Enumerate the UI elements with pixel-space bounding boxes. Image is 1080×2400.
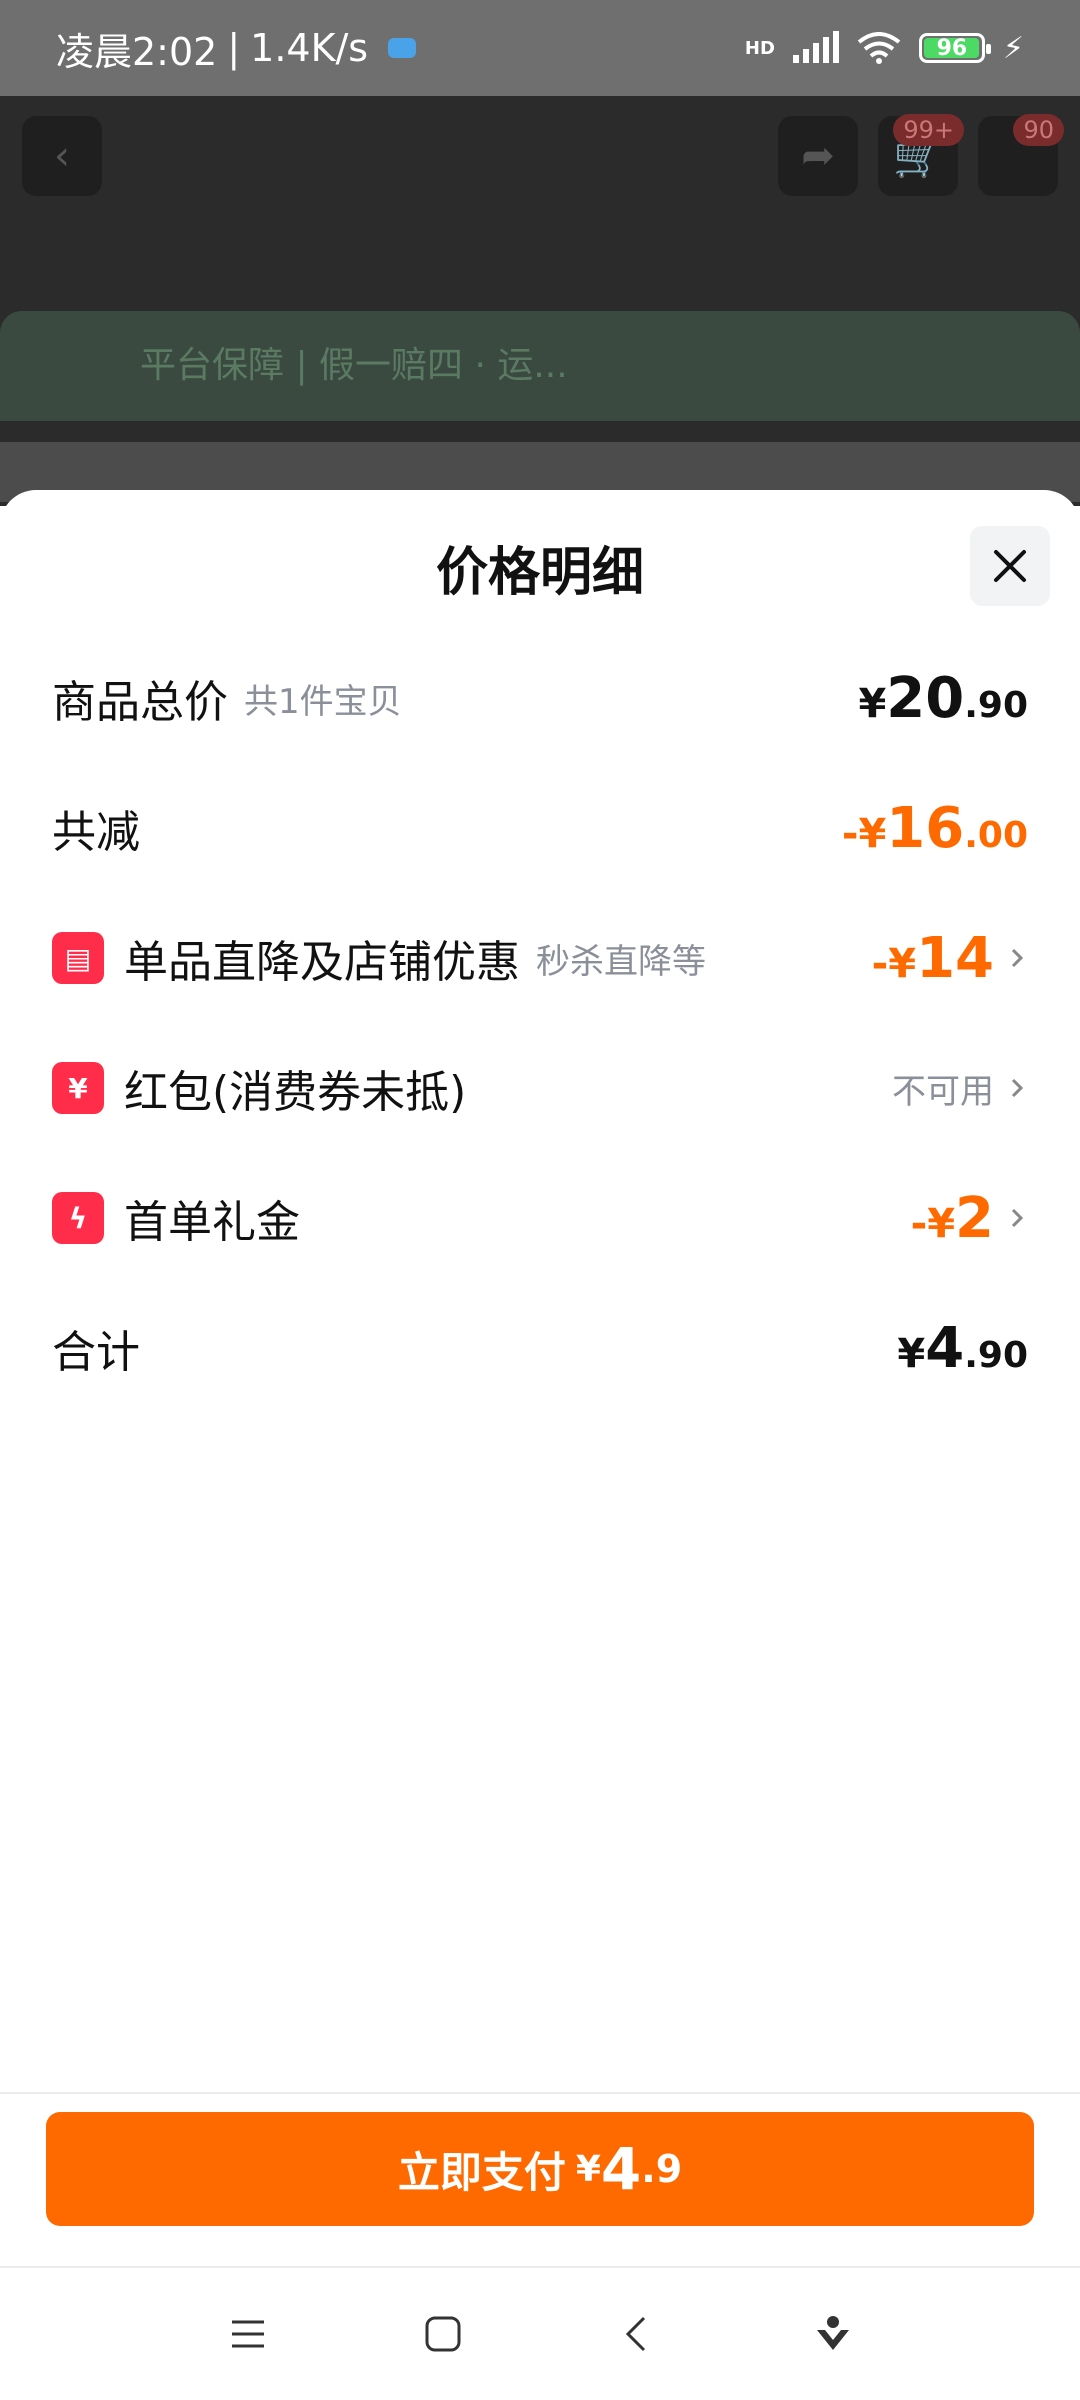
grand-total-row: 合计 ¥ 4 .90	[52, 1308, 1028, 1388]
item-count: 共1件宝贝	[244, 681, 402, 722]
goods-total-amount: ¥ 20 .90	[858, 665, 1028, 731]
home-button[interactable]	[413, 2304, 473, 2364]
chevron-right-icon	[1011, 1078, 1024, 1098]
red-packet-label: 红包(消费券未抵)	[124, 1067, 467, 1118]
home-icon	[425, 2316, 460, 2352]
status-time: 凌晨2:02	[56, 29, 218, 74]
guarantee-text: 平台保障 | 假一赔四 · 运...	[140, 345, 568, 386]
back-icon: ‹	[22, 116, 102, 196]
badge-90: 90	[1013, 114, 1064, 146]
wifi-icon	[857, 32, 901, 64]
cart-icon: 🛒 99+	[878, 114, 964, 196]
assistant-button[interactable]	[803, 2304, 863, 2364]
store-discount-amount: -¥ 14	[871, 925, 994, 991]
store-discount-sub: 秒杀直降等	[536, 941, 706, 982]
store-discount-row[interactable]: ▤ 单品直降及店铺优惠 秒杀直降等 -¥ 14	[52, 918, 1028, 998]
grand-total-amount: ¥ 4 .90	[897, 1315, 1028, 1381]
hd-label: HD	[744, 37, 775, 59]
system-nav-bar	[0, 2268, 1080, 2400]
status-bar: 凌晨2:02 | 1.4K/s HD 96 ⚡	[0, 0, 1080, 96]
more-icon: 90	[978, 114, 1064, 196]
signal-icon	[792, 31, 839, 63]
total-discount-label: 共减	[52, 807, 140, 858]
chevron-right-icon	[1011, 948, 1024, 968]
share-icon: ➦	[778, 116, 858, 196]
store-icon: ▤	[52, 932, 104, 984]
network-speed: 1.4K/s	[250, 26, 369, 70]
sheet-title: 价格明细	[435, 543, 644, 603]
menu-icon	[231, 2320, 264, 2348]
footer-divider	[0, 2092, 1080, 2094]
store-discount-label: 单品直降及店铺优惠	[124, 937, 520, 988]
first-order-row[interactable]: ϟ 首单礼金 -¥ 2	[52, 1178, 1028, 1258]
first-order-amount: -¥ 2	[910, 1185, 994, 1251]
pay-now-button[interactable]: 立即支付 ¥ 4 .9	[46, 2112, 1034, 2226]
chevron-right-icon	[1011, 1208, 1024, 1228]
battery-level: 96	[936, 35, 968, 61]
battery-icon: 96	[918, 33, 991, 63]
menu-button[interactable]	[218, 2304, 278, 2364]
first-order-label: 首单礼金	[124, 1197, 300, 1248]
red-packet-icon: ¥	[52, 1062, 104, 1114]
cart-badge: 99+	[893, 114, 964, 146]
goods-total-row: 商品总价 共1件宝贝 ¥ 20 .90	[52, 658, 1028, 738]
total-discount-row: 共减 -¥ 16 .00	[52, 788, 1028, 868]
back-arrow-icon	[625, 2316, 645, 2352]
red-packet-status: 不可用	[892, 1064, 1028, 1113]
assistant-icon	[816, 2316, 849, 2350]
close-button[interactable]	[970, 526, 1050, 606]
charging-icon: ⚡	[1002, 30, 1024, 66]
lightning-icon: ϟ	[52, 1192, 104, 1244]
total-discount-amount: -¥ 16 .00	[841, 795, 1028, 861]
close-icon	[994, 550, 1026, 582]
goods-total-label: 商品总价	[52, 677, 228, 728]
cloud-icon	[388, 38, 417, 58]
background-page: ‹ ➦ 🛒 99+ 90 平台保障 | 假一赔四 · 运...	[0, 96, 1080, 506]
grand-total-label: 合计	[52, 1327, 140, 1378]
back-button[interactable]	[608, 2304, 668, 2364]
red-packet-row[interactable]: ¥ 红包(消费券未抵) 不可用	[52, 1048, 1028, 1128]
